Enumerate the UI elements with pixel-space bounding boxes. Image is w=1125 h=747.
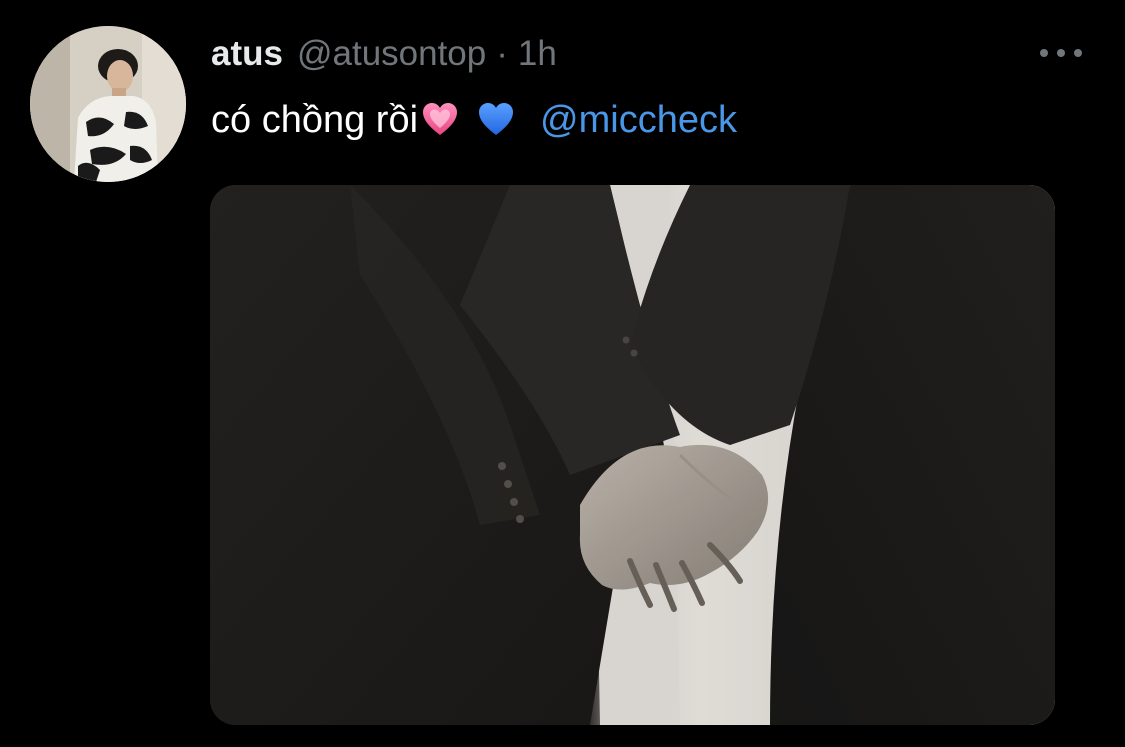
tweet-photo[interactable] [210, 185, 1055, 725]
blue-heart-icon [479, 103, 514, 135]
user-handle[interactable]: @atusontop [297, 34, 486, 74]
more-horizontal-icon[interactable] [1040, 44, 1082, 62]
more-dot [1074, 49, 1082, 57]
timestamp[interactable]: 1h [518, 34, 557, 74]
avatar[interactable] [30, 26, 186, 182]
tweet-header: atus @atusontop · 1h [211, 30, 557, 78]
more-dot [1057, 49, 1065, 57]
tweet-text: có chồng rồi @miccheck [211, 96, 737, 144]
tweet[interactable]: atus @atusontop · 1h có chồng rồi @micch… [0, 0, 1125, 747]
display-name[interactable]: atus [211, 34, 283, 74]
pink-heart-icon [423, 103, 458, 135]
mention-link[interactable]: @miccheck [540, 96, 737, 144]
separator-dot: · [496, 34, 508, 73]
tweet-body: có chồng rồi [211, 99, 419, 141]
more-dot [1040, 49, 1048, 57]
